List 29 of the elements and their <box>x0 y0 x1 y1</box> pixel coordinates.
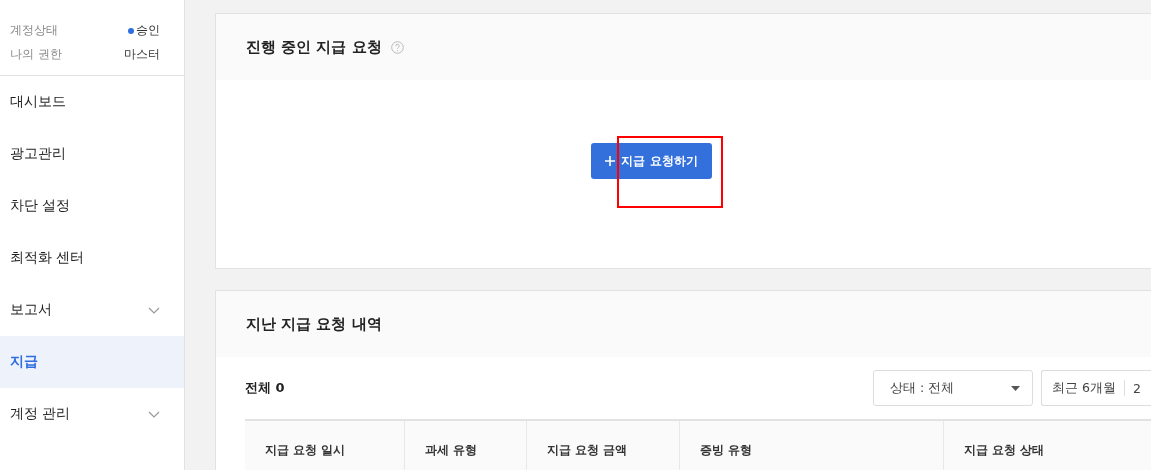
sidebar-item[interactable]: 차단 설정 <box>0 180 184 232</box>
account-label: 계정상태 <box>10 22 58 39</box>
chevron-down-icon <box>148 306 160 314</box>
status-dropdown[interactable]: 상태 : 전체 <box>873 370 1033 406</box>
date-range-field[interactable]: 최근 6개월 2 <box>1041 370 1151 406</box>
section-title: 진행 중인 지급 요청 <box>246 37 382 57</box>
column-header: 지급 요청 금액 <box>526 421 679 470</box>
column-header: 지급 요청 상태 <box>943 421 1151 470</box>
account-value: 마스터 <box>124 46 160 63</box>
section-title: 지난 지급 요청 내역 <box>246 314 382 334</box>
account-value: 승인 <box>136 22 160 39</box>
plus-icon <box>605 156 616 166</box>
period-label: 최근 6개월 <box>1052 379 1116 397</box>
account-label: 나의 권한 <box>10 46 62 63</box>
date-value: 2 <box>1132 380 1141 396</box>
sidebar-item[interactable]: 보고서 <box>0 284 184 336</box>
sidebar-item[interactable]: 지급 <box>0 336 184 388</box>
column-header: 증빙 유형 <box>679 421 943 470</box>
chevron-down-icon <box>148 410 160 418</box>
sidebar-item[interactable]: 최적화 센터 <box>0 232 184 284</box>
column-header: 지급 요청 일시 <box>264 441 347 459</box>
column-header: 과세 유형 <box>404 421 526 470</box>
payment-request-button[interactable]: 지급 요청하기 <box>591 143 712 179</box>
sidebar-item[interactable]: 계정 관리 <box>0 388 184 440</box>
sidebar-item[interactable]: 대시보드 <box>0 76 184 128</box>
help-icon[interactable] <box>390 40 404 54</box>
sidebar-item[interactable]: 광고관리 <box>0 128 184 180</box>
caret-icon <box>1011 385 1020 391</box>
total-count: 전체 0 <box>245 379 285 397</box>
